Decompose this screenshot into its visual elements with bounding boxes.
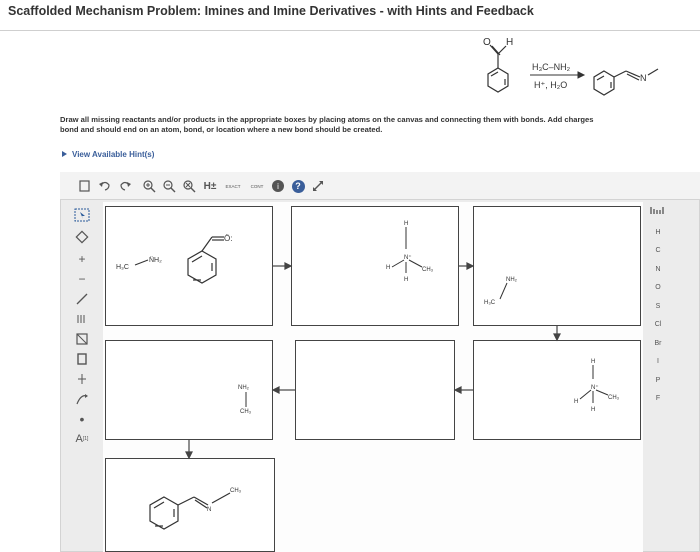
atom-button-c[interactable]: C	[645, 243, 671, 259]
zoom-reset-icon[interactable]	[180, 177, 198, 195]
explicit-hydrogens-button[interactable]: H±	[200, 177, 220, 195]
atom-button-f[interactable]: F	[645, 391, 671, 407]
aldehyde-hydrogen: H	[506, 37, 513, 48]
atom-label-sup: [1]	[82, 436, 89, 442]
negative-charge-icon[interactable]: −	[62, 270, 102, 288]
reaction-scheme: O H H₃C–NH₂ H⁺, H₂O N	[483, 37, 659, 96]
atom-button-br[interactable]: Br	[645, 335, 671, 351]
bond-type-icon[interactable]	[62, 310, 102, 328]
atom-button-cl[interactable]: Cl	[645, 317, 671, 333]
imine-nitrogen: N	[640, 73, 647, 83]
ring-tool-icon[interactable]	[62, 350, 102, 368]
select-tool-icon[interactable]	[62, 206, 102, 224]
imine-product-structure	[593, 68, 659, 96]
info-button[interactable]: i	[270, 177, 286, 195]
help-icon: ?	[291, 179, 305, 193]
positive-charge-icon[interactable]: +	[62, 250, 102, 268]
atom-button-o[interactable]: O	[645, 280, 671, 296]
eraser-icon[interactable]	[62, 228, 102, 246]
cont-button[interactable]: CONT	[246, 177, 268, 195]
benzaldehyde-structure	[487, 44, 509, 93]
periodic-table-icon[interactable]	[645, 202, 671, 218]
reagent-methylamine: H₃C–NH₂	[532, 62, 571, 72]
charge-tool-icon[interactable]	[62, 370, 102, 388]
atom-button-s[interactable]: S	[645, 298, 671, 314]
undo-icon[interactable]	[96, 177, 114, 195]
view-hints-label: View Available Hint(s)	[72, 150, 155, 159]
atom-button-n[interactable]: N	[645, 261, 671, 277]
info-icon: i	[272, 180, 284, 192]
zoom-in-icon[interactable]	[140, 177, 158, 195]
instructions-line-2: bond and should end on an atom, bond, or…	[60, 125, 383, 134]
atom-label-text: A	[75, 433, 83, 445]
instructions: Draw all missing reactants and/or produc…	[60, 115, 700, 135]
atom-palette: H C N O S Cl Br I P F	[645, 202, 671, 532]
atom-button-p[interactable]: P	[645, 372, 671, 388]
atom-button-i[interactable]: I	[645, 354, 671, 370]
expand-triangle-icon	[62, 151, 67, 157]
atom-button-h[interactable]: H	[645, 224, 671, 240]
drawing-canvas[interactable]: H₃C N̈H₂ Ö: H N⁺ H CH₃ H NH₂ H₃C NH₂ CH₃…	[103, 202, 643, 552]
view-hints-link[interactable]: View Available Hint(s)	[62, 150, 154, 159]
mechanism-arrows	[185, 262, 561, 460]
help-button[interactable]: ?	[290, 177, 306, 195]
page-title: Scaffolded Mechanism Problem: Imines and…	[8, 4, 534, 18]
single-bond-icon[interactable]	[62, 290, 102, 308]
reaction-arrow	[530, 71, 586, 79]
instructions-line-1: Draw all missing reactants and/or produc…	[60, 115, 594, 124]
exact-button[interactable]: EXACT	[222, 177, 244, 195]
lone-pair-icon[interactable]: •	[62, 410, 102, 428]
left-toolbar: + − • A [1]	[62, 202, 102, 552]
zoom-out-icon[interactable]	[160, 177, 178, 195]
reagent-conditions: H⁺, H₂O	[534, 80, 567, 90]
fullscreen-icon[interactable]	[310, 177, 326, 195]
redo-icon[interactable]	[116, 177, 134, 195]
aldehyde-oxygen: O	[483, 37, 491, 48]
editor-toolbar: H± EXACT CONT i ?	[60, 172, 700, 200]
template-icon[interactable]	[62, 330, 102, 348]
arrow-tool-icon[interactable]	[62, 390, 102, 408]
atom-label-tool[interactable]: A [1]	[62, 430, 102, 448]
new-document-icon[interactable]	[76, 177, 94, 195]
